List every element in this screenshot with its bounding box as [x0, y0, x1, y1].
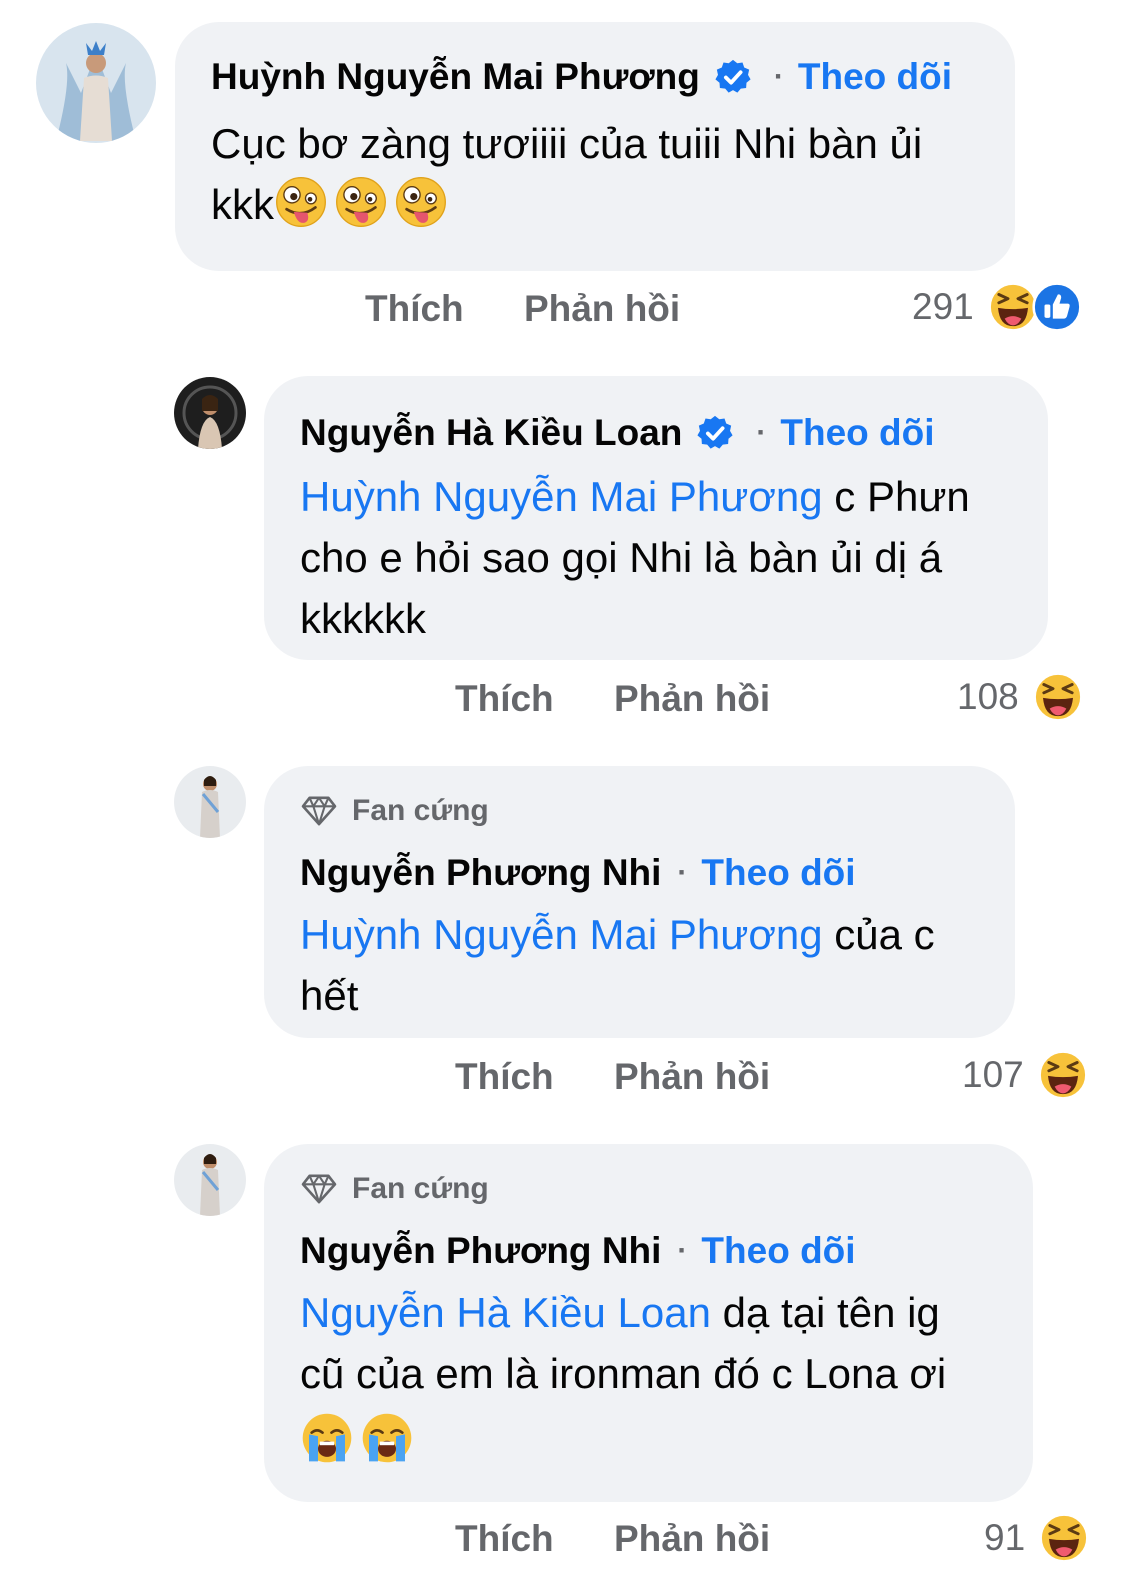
like-button[interactable]: Thích — [455, 678, 554, 719]
separator-dot: · — [677, 1234, 688, 1267]
follow-button[interactable]: Theo dõi — [780, 412, 934, 454]
like-reaction-icon — [1032, 282, 1082, 332]
comment-bubble: Nguyễn Hà Kiều Loan · Theo dõi Huỳnh Ngu… — [264, 376, 1048, 660]
verified-badge-icon — [696, 414, 734, 452]
reaction-count: 291 — [912, 286, 974, 327]
separator-dot: · — [756, 416, 767, 449]
like-button[interactable]: Thích — [365, 288, 464, 329]
separator-dot: · — [677, 856, 688, 889]
comment-text: Nguyễn Hà Kiều Loan dạ tại tên ig cũ của… — [300, 1282, 946, 1471]
avatar[interactable] — [36, 23, 156, 143]
mention-link[interactable]: Huỳnh Nguyễn Mai Phương — [300, 911, 823, 958]
follow-button[interactable]: Theo dõi — [798, 56, 952, 98]
haha-reaction-icon — [1039, 1513, 1089, 1563]
reply-button[interactable]: Phản hồi — [614, 1056, 770, 1097]
reaction-summary[interactable]: 291 — [912, 282, 1082, 332]
haha-reaction-icon — [1038, 1050, 1088, 1100]
avatar[interactable] — [174, 766, 246, 838]
author-name[interactable]: Nguyễn Phương Nhi — [300, 1230, 661, 1272]
diamond-icon — [300, 1173, 338, 1205]
zany-face-icon — [334, 175, 388, 229]
comment-text: Huỳnh Nguyễn Mai Phương của c hết — [300, 911, 935, 1019]
haha-reaction-icon — [988, 282, 1038, 332]
reaction-summary[interactable]: 108 — [957, 672, 1083, 722]
reaction-count: 108 — [957, 676, 1019, 717]
avatar[interactable] — [174, 1144, 246, 1216]
reply-button[interactable]: Phản hồi — [614, 1518, 770, 1559]
follow-button[interactable]: Theo dõi — [701, 1230, 855, 1272]
loudly-crying-face-icon — [360, 1411, 414, 1465]
comment-bubble: Huỳnh Nguyễn Mai Phương · Theo dõi Cục b… — [175, 22, 1015, 271]
comment-text: Cục bơ zàng tươiiii của tuiii Nhi bàn ủi… — [211, 120, 923, 229]
separator-dot: · — [773, 60, 784, 93]
reaction-summary[interactable]: 91 — [984, 1513, 1089, 1563]
like-button[interactable]: Thích — [455, 1056, 554, 1097]
fan-badge: Fan cứng — [300, 1172, 489, 1206]
verified-badge-icon — [714, 58, 752, 96]
zany-face-icon — [274, 175, 328, 229]
diamond-icon — [300, 795, 338, 827]
haha-reaction-icon — [1033, 672, 1083, 722]
reply-button[interactable]: Phản hồi — [614, 678, 770, 719]
comment-bubble: Fan cứng Nguyễn Phương Nhi · Theo dõi Ng… — [264, 1144, 1033, 1502]
zany-face-icon — [394, 175, 448, 229]
reaction-count: 91 — [984, 1517, 1026, 1558]
reply-button[interactable]: Phản hồi — [524, 288, 680, 329]
mention-link[interactable]: Huỳnh Nguyễn Mai Phương — [300, 473, 823, 520]
mention-link[interactable]: Nguyễn Hà Kiều Loan — [300, 1289, 711, 1336]
comment-bubble: Fan cứng Nguyễn Phương Nhi · Theo dõi Hu… — [264, 766, 1015, 1038]
avatar[interactable] — [174, 377, 246, 449]
author-name[interactable]: Huỳnh Nguyễn Mai Phương — [211, 56, 700, 98]
author-name[interactable]: Nguyễn Phương Nhi — [300, 852, 661, 894]
author-name[interactable]: Nguyễn Hà Kiều Loan — [300, 412, 682, 454]
reaction-count: 107 — [962, 1054, 1024, 1095]
like-button[interactable]: Thích — [455, 1518, 554, 1559]
reaction-summary[interactable]: 107 — [962, 1050, 1088, 1100]
comment-text: Huỳnh Nguyễn Mai Phương c Phưn cho e hỏi… — [300, 473, 970, 642]
follow-button[interactable]: Theo dõi — [701, 852, 855, 894]
loudly-crying-face-icon — [300, 1411, 354, 1465]
fan-badge: Fan cứng — [300, 794, 489, 828]
